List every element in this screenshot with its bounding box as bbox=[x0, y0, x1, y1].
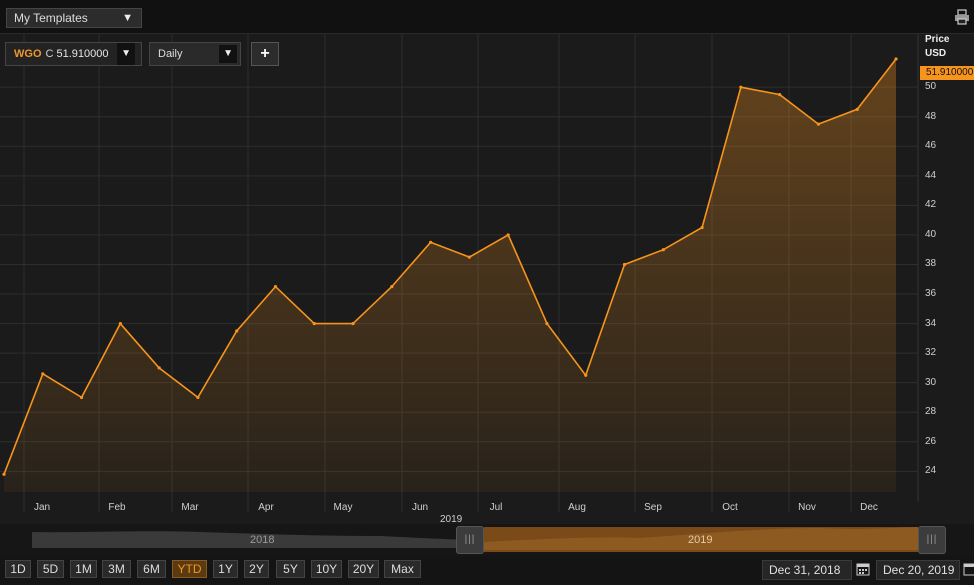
data-point bbox=[545, 321, 549, 326]
navigator-graph bbox=[32, 527, 918, 552]
range-button[interactable]: YTD bbox=[172, 560, 207, 578]
chevron-down-icon: ▼ bbox=[117, 43, 135, 65]
templates-dropdown[interactable]: My Templates ▼ bbox=[6, 8, 142, 28]
data-point bbox=[778, 92, 782, 97]
add-series-button[interactable]: + bbox=[251, 42, 279, 66]
range-button[interactable]: Max bbox=[384, 560, 421, 578]
range-button[interactable]: 5Y bbox=[276, 560, 305, 578]
symbol-dropdown[interactable]: WGO C 51.910000 ▼ bbox=[5, 42, 142, 66]
y-tick-label: 24 bbox=[925, 465, 937, 477]
data-point bbox=[429, 240, 433, 244]
x-tick-label: Jul bbox=[489, 502, 503, 513]
data-point bbox=[661, 248, 665, 252]
data-point bbox=[312, 321, 316, 326]
range-button[interactable]: 5D bbox=[37, 560, 64, 578]
data-point bbox=[79, 395, 84, 400]
x-tick-label: Aug bbox=[568, 502, 586, 513]
calendar-icon[interactable] bbox=[963, 562, 974, 576]
x-tick-label: Sep bbox=[644, 502, 662, 513]
y-tick-label: 34 bbox=[925, 317, 937, 329]
x-tick-label: Jan bbox=[33, 502, 51, 513]
data-point bbox=[739, 85, 743, 89]
x-tick-label: May bbox=[333, 502, 353, 513]
range-button[interactable]: 1D bbox=[5, 560, 31, 578]
y-tick-label: 44 bbox=[925, 169, 937, 181]
price-area bbox=[4, 59, 896, 492]
data-point bbox=[2, 472, 6, 476]
x-tick-label: Nov bbox=[798, 502, 816, 513]
y-tick-label: 40 bbox=[925, 228, 937, 240]
navigator-right-handle[interactable]: ||| bbox=[918, 526, 946, 554]
data-point bbox=[622, 262, 627, 267]
x-tick-label: Feb bbox=[108, 502, 126, 513]
navigator-left-label: 2018 bbox=[250, 534, 275, 546]
templates-label: My Templates bbox=[14, 11, 88, 25]
x-tick-label: Mar bbox=[181, 502, 199, 513]
chart-area[interactable]: WGO C 51.910000 ▼ Daily ▼ + Price USD 51.9… bbox=[0, 34, 974, 525]
y-tick-label: 38 bbox=[925, 258, 937, 270]
y-tick-label: 32 bbox=[925, 347, 937, 359]
bottom-bar: 1D 5D 1M 3M 6M YTD 1Y 2Y 5Y 10Y 20Y Max Dec 31, 201… bbox=[0, 556, 974, 585]
data-point bbox=[584, 373, 588, 377]
range-button[interactable]: 20Y bbox=[348, 560, 379, 578]
close-tag: C bbox=[45, 48, 54, 60]
y-tick-label: 26 bbox=[925, 435, 937, 447]
data-point bbox=[816, 122, 821, 126]
data-point bbox=[855, 107, 859, 111]
range-button[interactable]: 10Y bbox=[311, 560, 342, 578]
navigator-left-handle[interactable]: ||| bbox=[456, 526, 484, 554]
range-button[interactable]: 2Y bbox=[244, 560, 269, 578]
y-tick-label: 48 bbox=[925, 110, 937, 122]
data-point bbox=[894, 57, 898, 61]
print-icon[interactable] bbox=[954, 9, 970, 25]
navigator-right-label: 2019 bbox=[688, 534, 713, 546]
x-tick-label: Jun bbox=[411, 502, 429, 513]
y-axis-title: Price bbox=[925, 34, 950, 45]
calendar-icon[interactable] bbox=[856, 562, 870, 576]
price-chart[interactable] bbox=[0, 34, 974, 524]
data-point bbox=[41, 372, 45, 376]
range-button[interactable]: 6M bbox=[137, 560, 166, 578]
y-tick-label: 28 bbox=[925, 406, 937, 418]
chevron-down-icon: ▼ bbox=[122, 12, 133, 24]
ticker-label: WGO bbox=[14, 48, 42, 60]
x-tick-label: Dec bbox=[860, 502, 878, 513]
data-point bbox=[273, 285, 278, 289]
frequency-dropdown[interactable]: Daily ▼ bbox=[149, 42, 241, 66]
data-point bbox=[118, 321, 122, 326]
range-button[interactable]: 1M bbox=[70, 560, 97, 578]
end-date-field[interactable]: Dec 20, 2019 bbox=[876, 560, 960, 580]
y-tick-label: 50 bbox=[925, 81, 937, 93]
data-point bbox=[467, 255, 471, 259]
y-tick-label: 46 bbox=[925, 140, 937, 152]
data-point bbox=[235, 329, 239, 333]
data-point bbox=[390, 285, 394, 289]
data-point bbox=[351, 321, 355, 326]
y-axis-currency: USD bbox=[925, 48, 947, 59]
y-tick-label: 36 bbox=[925, 288, 937, 300]
last-price: 51.910000 bbox=[56, 48, 109, 60]
data-point bbox=[196, 395, 200, 400]
range-button[interactable]: 1Y bbox=[213, 560, 238, 578]
data-point bbox=[700, 225, 704, 230]
chevron-down-icon: ▼ bbox=[219, 45, 237, 63]
range-button[interactable]: 3M bbox=[102, 560, 131, 578]
data-point bbox=[506, 233, 510, 237]
data-point bbox=[157, 366, 161, 370]
x-tick-label: Apr bbox=[258, 502, 274, 513]
frequency-label: Daily bbox=[158, 48, 183, 60]
last-value-tag: 51.910000 bbox=[920, 66, 974, 80]
y-tick-label: 30 bbox=[925, 376, 937, 388]
x-tick-label: Oct bbox=[722, 502, 738, 513]
top-bar: My Templates ▼ bbox=[0, 0, 974, 34]
range-navigator[interactable]: 2018 2019 ||| ||| bbox=[0, 524, 974, 556]
y-tick-label: 42 bbox=[925, 199, 937, 211]
start-date-field[interactable]: Dec 31, 2018 bbox=[762, 560, 852, 580]
